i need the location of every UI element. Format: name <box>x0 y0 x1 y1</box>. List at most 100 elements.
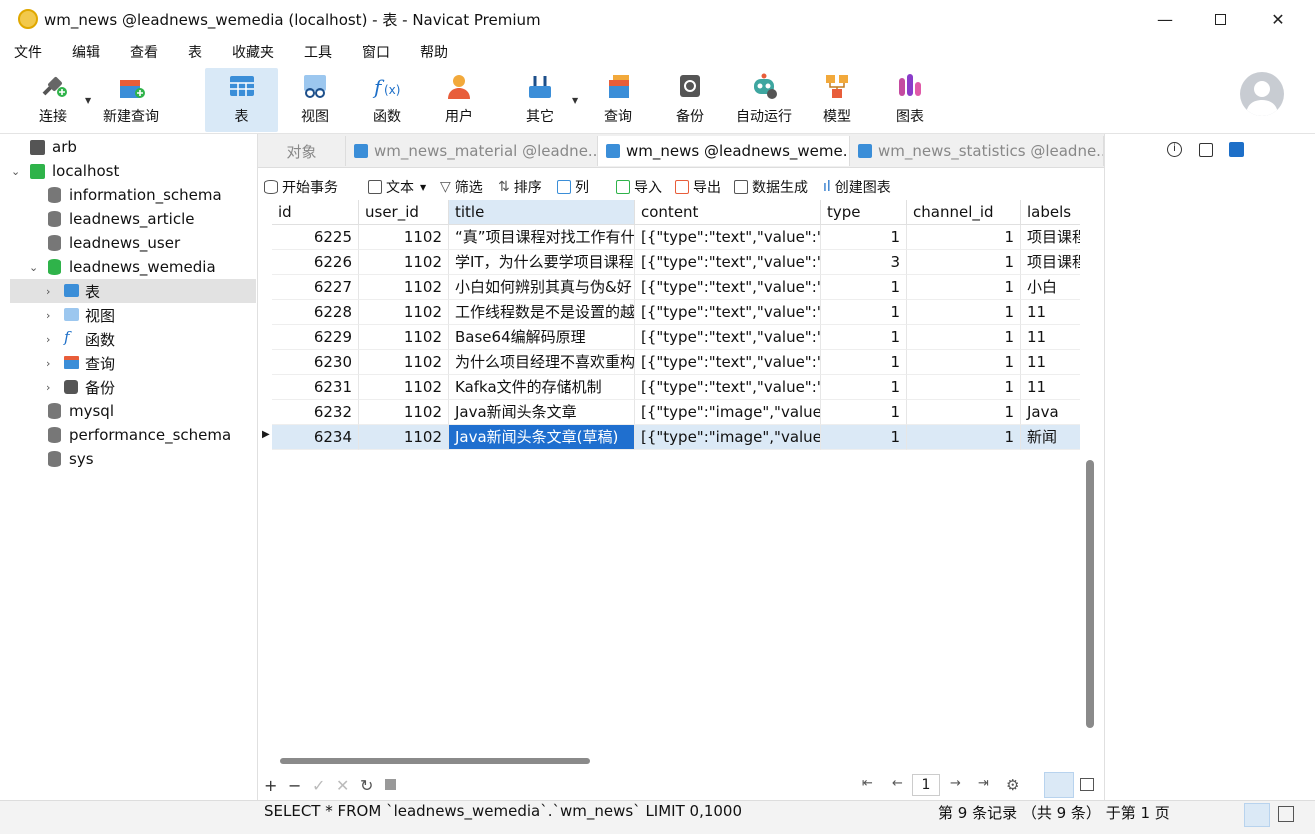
menu-favorites[interactable]: 收藏夹 <box>232 42 274 62</box>
cell-title[interactable]: Java新闻头条文章(草稿) <box>449 425 635 450</box>
chart-button[interactable]: 图表 <box>888 68 932 132</box>
cell-type[interactable]: 1 <box>821 375 907 400</box>
chevron-right-icon[interactable]: › <box>46 285 50 298</box>
grid-view-toggle[interactable] <box>1044 772 1074 798</box>
menu-view[interactable]: 查看 <box>130 42 158 62</box>
export-button[interactable]: 导出 <box>675 177 721 197</box>
chevron-right-icon[interactable]: › <box>46 309 50 322</box>
column-header-id[interactable]: id <box>272 200 359 225</box>
column-header-labels[interactable]: labels <box>1021 200 1080 225</box>
cell-channel-id[interactable]: 1 <box>907 425 1021 450</box>
column-header-type[interactable]: type <box>821 200 907 225</box>
column-header-channel-id[interactable]: channel_id <box>907 200 1021 225</box>
tree-item-performance-schema[interactable]: performance_schema <box>0 423 256 447</box>
column-header-user-id[interactable]: user_id <box>359 200 449 225</box>
cell-title[interactable]: 小白如何辨别其真与伪&好 <box>449 275 635 300</box>
other-button[interactable]: 其它 <box>518 68 562 132</box>
cell-user-id[interactable]: 1102 <box>359 425 449 450</box>
tree-item-backups[interactable]: › 备份 <box>0 375 256 399</box>
cell-user-id[interactable]: 1102 <box>359 250 449 275</box>
add-record-button[interactable]: + <box>264 776 277 795</box>
cell-type[interactable]: 1 <box>821 400 907 425</box>
maximize-button[interactable] <box>1197 4 1243 34</box>
chevron-down-icon[interactable]: ⌄ <box>11 165 20 178</box>
cell-id[interactable]: 6229 <box>272 325 359 350</box>
cell-id[interactable]: 6234 <box>272 425 359 450</box>
cell-id[interactable]: 6225 <box>272 225 359 250</box>
cell-user-id[interactable]: 1102 <box>359 225 449 250</box>
view-button[interactable]: 视图 <box>290 68 340 132</box>
connect-button[interactable]: 连接 <box>30 68 76 132</box>
filter-button[interactable]: ▽ 筛选 <box>440 177 483 197</box>
chevron-right-icon[interactable]: › <box>46 381 50 394</box>
tree-item-views[interactable]: › 视图 <box>0 303 256 327</box>
cell-user-id[interactable]: 1102 <box>359 300 449 325</box>
create-chart-button[interactable]: ıl 创建图表 <box>823 177 891 197</box>
user-button[interactable]: 用户 <box>436 68 482 132</box>
connect-dropdown-icon[interactable]: ▼ <box>85 96 91 105</box>
close-button[interactable]: ✕ <box>1255 4 1301 34</box>
cell-channel-id[interactable]: 1 <box>907 400 1021 425</box>
menu-help[interactable]: 帮助 <box>420 42 448 62</box>
cell-content[interactable]: [{"type":"text","value":" <box>635 250 821 275</box>
cell-title[interactable]: “真”项目课程对找工作有什 <box>449 225 635 250</box>
menu-window[interactable]: 窗口 <box>362 42 390 62</box>
model-button[interactable]: 模型 <box>815 68 859 132</box>
tree-item-queries[interactable]: › 查询 <box>0 351 256 375</box>
tree-item-sys[interactable]: sys <box>0 447 256 471</box>
first-page-icon[interactable]: ⇤ <box>862 776 873 791</box>
cell-labels[interactable]: 新闻 <box>1021 425 1080 450</box>
table-row[interactable]: 6225 1102 “真”项目课程对找工作有什 [{"type":"text",… <box>258 225 1080 250</box>
cell-user-id[interactable]: 1102 <box>359 400 449 425</box>
table-row[interactable]: 6227 1102 小白如何辨别其真与伪&好 [{"type":"text","… <box>258 275 1080 300</box>
tree-item-leadnews-article[interactable]: leadnews_article <box>0 207 256 231</box>
ddl-icon[interactable] <box>1199 143 1213 157</box>
query-button[interactable]: 查询 <box>596 68 640 132</box>
tree-item-tables[interactable]: › 表 <box>10 279 256 303</box>
horizontal-scrollbar[interactable] <box>280 758 590 764</box>
minimize-button[interactable]: — <box>1142 4 1188 34</box>
cell-labels[interactable]: 项目课程 <box>1021 250 1080 275</box>
table-row[interactable]: 6231 1102 Kafka文件的存储机制 [{"type":"text","… <box>258 375 1080 400</box>
other-dropdown-icon[interactable]: ▼ <box>572 96 578 105</box>
cell-type[interactable]: 1 <box>821 425 907 450</box>
menu-edit[interactable]: 编辑 <box>72 42 100 62</box>
column-header-title[interactable]: title <box>449 200 635 225</box>
tree-item-information-schema[interactable]: information_schema <box>0 183 256 207</box>
chevron-right-icon[interactable]: › <box>46 333 50 346</box>
table-button[interactable]: 表 <box>205 68 278 132</box>
automation-button[interactable]: 自动运行 <box>732 68 796 132</box>
cell-channel-id[interactable]: 1 <box>907 300 1021 325</box>
tree-item-functions[interactable]: › f 函数 <box>0 327 256 351</box>
table-row[interactable]: 6230 1102 为什么项目经理不喜欢重构 [{"type":"text","… <box>258 350 1080 375</box>
vertical-scrollbar[interactable] <box>1086 460 1094 728</box>
import-button[interactable]: 导入 <box>616 177 662 197</box>
tab-wm-news-material[interactable]: wm_news_material @leadne... <box>346 136 598 166</box>
next-page-icon[interactable]: → <box>950 776 961 791</box>
form-view-toggle[interactable] <box>1080 778 1094 791</box>
cell-channel-id[interactable]: 1 <box>907 350 1021 375</box>
columns-button[interactable]: 列 <box>557 177 589 197</box>
toggle-sidebar-icon[interactable] <box>1244 803 1270 827</box>
cell-labels[interactable]: 11 <box>1021 350 1080 375</box>
cell-user-id[interactable]: 1102 <box>359 325 449 350</box>
cell-labels[interactable]: Java <box>1021 400 1080 425</box>
tree-item-leadnews-user[interactable]: leadnews_user <box>0 231 256 255</box>
previous-page-icon[interactable]: ← <box>892 776 903 791</box>
sort-button[interactable]: ⇅ 排序 <box>498 177 542 197</box>
new-query-button[interactable]: 新建查询 <box>98 68 164 132</box>
cell-channel-id[interactable]: 1 <box>907 375 1021 400</box>
cell-type[interactable]: 1 <box>821 225 907 250</box>
cell-content[interactable]: [{"type":"image","value" <box>635 425 821 450</box>
cell-title[interactable]: 学IT，为什么要学项目课程 <box>449 250 635 275</box>
cell-labels[interactable]: 11 <box>1021 300 1080 325</box>
cell-channel-id[interactable]: 1 <box>907 325 1021 350</box>
tab-wm-news-statistics[interactable]: wm_news_statistics @leadne... <box>850 136 1104 166</box>
cell-id[interactable]: 6227 <box>272 275 359 300</box>
tree-item-leadnews-wemedia[interactable]: ⌄ leadnews_wemedia <box>0 255 256 279</box>
chevron-right-icon[interactable]: › <box>46 357 50 370</box>
cell-channel-id[interactable]: 1 <box>907 225 1021 250</box>
cell-id[interactable]: 6228 <box>272 300 359 325</box>
last-page-icon[interactable]: ⇥ <box>978 776 989 791</box>
tree-item-mysql[interactable]: mysql <box>0 399 256 423</box>
